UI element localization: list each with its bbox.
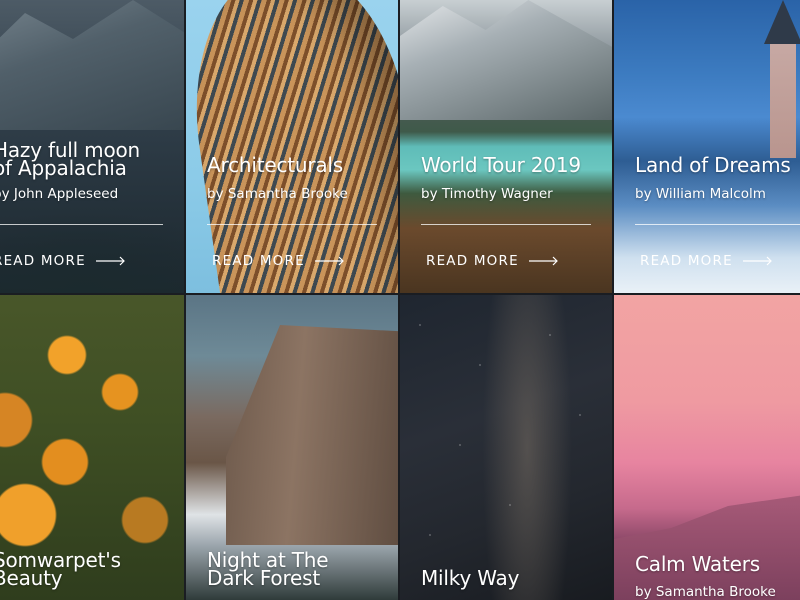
card-divider (421, 224, 591, 225)
read-more-link[interactable]: READ MORE (426, 253, 559, 269)
card-author: by Timothy Wagner (421, 186, 553, 202)
arrow-right-icon (528, 256, 558, 266)
card-title: Land of Dreams (635, 153, 791, 177)
read-more-link[interactable]: READ MORE (640, 253, 773, 269)
arrow-right-icon (742, 256, 772, 266)
card-author: by William Malcolm (635, 186, 766, 202)
card-image (186, 0, 398, 293)
read-more-label: READ MORE (640, 253, 733, 269)
card-author: by John Appleseed (0, 186, 119, 202)
card-author: by Samantha Brooke (635, 584, 776, 600)
card-divider (207, 224, 377, 225)
read-more-label: READ MORE (212, 253, 305, 269)
card-land-of-dreams[interactable]: Land of Dreams by William Malcolm READ M… (614, 0, 800, 293)
card-night-at-the-dark-forest[interactable]: Night at The Dark Forest (186, 295, 398, 600)
card-milky-way[interactable]: Milky Way (400, 295, 612, 600)
card-title: Somwarpet's Beauty (0, 548, 121, 590)
card-title: Hazy full moon of Appalachia (0, 138, 141, 180)
photo-card-grid: Hazy full moon of Appalachia by John App… (0, 0, 800, 600)
card-hazy-full-moon[interactable]: Hazy full moon of Appalachia by John App… (0, 0, 184, 293)
card-author: by Samantha Brooke (207, 186, 348, 202)
card-title: Calm Waters (635, 552, 760, 576)
card-image (400, 295, 612, 600)
arrow-right-icon (314, 256, 344, 266)
read-more-label: READ MORE (0, 253, 86, 269)
card-title: World Tour 2019 (421, 153, 581, 177)
card-architecturals[interactable]: Architecturals by Samantha Brooke READ M… (186, 0, 398, 293)
card-divider (0, 224, 163, 225)
card-somwarpets-beauty[interactable]: Somwarpet's Beauty (0, 295, 184, 600)
arrow-right-icon (95, 256, 125, 266)
card-divider (635, 224, 800, 225)
read-more-label: READ MORE (426, 253, 519, 269)
card-world-tour-2019[interactable]: World Tour 2019 by Timothy Wagner READ M… (400, 0, 612, 293)
card-image (400, 0, 612, 293)
read-more-link[interactable]: READ MORE (0, 253, 126, 269)
card-title: Architecturals (207, 153, 344, 177)
read-more-link[interactable]: READ MORE (212, 253, 345, 269)
card-title: Milky Way (421, 566, 520, 590)
card-title: Night at The Dark Forest (207, 548, 329, 590)
card-image (614, 0, 800, 293)
card-calm-waters[interactable]: Calm Waters by Samantha Brooke (614, 295, 800, 600)
